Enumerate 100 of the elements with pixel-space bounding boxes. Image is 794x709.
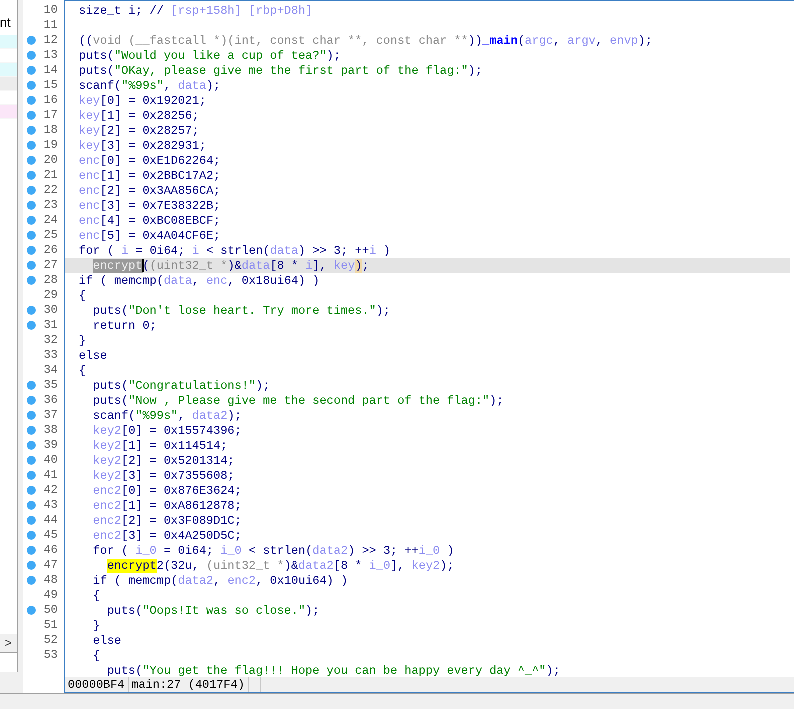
code-line: puts("Would you like a cup of tea?"); bbox=[79, 49, 341, 64]
line-number: 44 bbox=[44, 513, 58, 528]
line-number: 26 bbox=[44, 243, 58, 258]
line-number: 29 bbox=[44, 288, 58, 303]
breakpoint-icon[interactable] bbox=[27, 456, 36, 465]
line-number: 46 bbox=[44, 543, 58, 558]
line-number: 13 bbox=[44, 48, 58, 63]
status-text: 00000BF4 bbox=[65, 677, 129, 692]
code-line: scanf("%99s", data); bbox=[79, 79, 221, 94]
code-line: puts("Don't lose heart. Try more times."); bbox=[93, 304, 391, 319]
line-number: 11 bbox=[44, 18, 58, 33]
breakpoint-icon[interactable] bbox=[27, 561, 36, 570]
line-number: 48 bbox=[44, 573, 58, 588]
breakpoint-icon[interactable] bbox=[27, 441, 36, 450]
code-line: puts("Oops!It was so close."); bbox=[107, 604, 320, 619]
breakpoint-icon[interactable] bbox=[27, 276, 36, 285]
line-number: 23 bbox=[44, 198, 58, 213]
line-number: 17 bbox=[44, 108, 58, 123]
line-number: 22 bbox=[44, 183, 58, 198]
code-line: key2[3] = 0x7355608; bbox=[93, 469, 235, 484]
code-line: enc2[3] = 0x4A250D5C; bbox=[93, 529, 242, 544]
code-line: key[1] = 0x28256; bbox=[79, 109, 200, 124]
code-line: puts("OKay, please give me the first part of the flag:"); bbox=[79, 64, 483, 79]
breakpoint-icon[interactable] bbox=[27, 546, 36, 555]
code-line: enc[4] = 0xBC08EBCF; bbox=[79, 214, 221, 229]
code-line: enc2[1] = 0xA8612878; bbox=[93, 499, 242, 514]
code-line: enc[3] = 0x7E38322B; bbox=[79, 199, 221, 214]
breakpoint-icon[interactable] bbox=[27, 66, 36, 75]
line-number: 20 bbox=[44, 153, 58, 168]
code-line: { bbox=[93, 589, 100, 604]
breakpoint-icon[interactable] bbox=[27, 606, 36, 615]
breakpoint-icon[interactable] bbox=[27, 501, 36, 510]
code-line: if ( memcmp(data, enc, 0x18ui64) ) bbox=[79, 274, 320, 289]
breakpoint-icon[interactable] bbox=[27, 576, 36, 585]
code-line: key[0] = 0x192021; bbox=[79, 94, 206, 109]
line-number: 40 bbox=[44, 453, 58, 468]
line-number: 12 bbox=[44, 33, 58, 48]
breakpoint-icon[interactable] bbox=[27, 171, 36, 180]
code-line: key2[2] = 0x5201314; bbox=[93, 454, 235, 469]
code-line: { bbox=[79, 364, 86, 379]
line-number: 53 bbox=[44, 648, 58, 663]
code-line: enc[0] = 0xE1D62264; bbox=[79, 154, 221, 169]
line-number: 19 bbox=[44, 138, 58, 153]
line-number: 24 bbox=[44, 213, 58, 228]
code-line: enc2[2] = 0x3F089D1C; bbox=[93, 514, 242, 529]
line-number: 34 bbox=[44, 363, 58, 378]
line-number: 16 bbox=[44, 93, 58, 108]
breakpoint-icon[interactable] bbox=[27, 216, 36, 225]
line-number: 47 bbox=[44, 558, 58, 573]
breakpoint-icon[interactable] bbox=[27, 486, 36, 495]
line-number: 41 bbox=[44, 468, 58, 483]
code-line: encrypt2(32u, (uint32_t *)&data2[8 * i_0], key2); bbox=[107, 559, 454, 574]
line-number: 14 bbox=[44, 63, 58, 78]
line-number: 45 bbox=[44, 528, 58, 543]
line-number: 49 bbox=[44, 588, 58, 603]
code-line: encrypt((uint32_t *)&data[8 * i], key); bbox=[93, 259, 370, 274]
breakpoint-icon[interactable] bbox=[27, 201, 36, 210]
breakpoint-icon[interactable] bbox=[27, 396, 36, 405]
code-line: puts("Congratulations!"); bbox=[93, 379, 270, 394]
breakpoint-icon[interactable] bbox=[27, 516, 36, 525]
line-number: 31 bbox=[44, 318, 58, 333]
code-line: enc[2] = 0x3AA856CA; bbox=[79, 184, 221, 199]
code-line: { bbox=[93, 649, 100, 664]
breakpoint-icon[interactable] bbox=[27, 51, 36, 60]
text-cursor-icon bbox=[142, 259, 144, 272]
line-number: 18 bbox=[44, 123, 58, 138]
breakpoint-icon[interactable] bbox=[27, 156, 36, 165]
line-number: 42 bbox=[44, 483, 58, 498]
breakpoint-icon[interactable] bbox=[27, 411, 36, 420]
breakpoint-icon[interactable] bbox=[27, 381, 36, 390]
breakpoint-icon[interactable] bbox=[27, 111, 36, 120]
expand-button[interactable]: > bbox=[0, 634, 17, 652]
code-line: for ( i = 0i64; i < strlen(data) >> 3; ++i ) bbox=[79, 244, 391, 259]
code-line: puts("You get the flag!!! Hope you can be happy every day ^_^"); bbox=[107, 664, 560, 677]
breakpoint-icon[interactable] bbox=[27, 306, 36, 315]
breakpoint-icon[interactable] bbox=[27, 426, 36, 435]
breakpoint-icon[interactable] bbox=[27, 231, 36, 240]
line-number: 21 bbox=[44, 168, 58, 183]
breakpoint-icon[interactable] bbox=[27, 81, 36, 90]
breakpoint-icon[interactable] bbox=[27, 246, 36, 255]
breakpoint-icon[interactable] bbox=[27, 471, 36, 480]
breakpoint-icon[interactable] bbox=[27, 186, 36, 195]
code-line: key[2] = 0x28257; bbox=[79, 124, 200, 139]
line-number: 38 bbox=[44, 423, 58, 438]
line-number: 25 bbox=[44, 228, 58, 243]
breakpoint-icon[interactable] bbox=[27, 36, 36, 45]
line-number: 37 bbox=[44, 408, 58, 423]
breakpoint-icon[interactable] bbox=[27, 261, 36, 270]
line-number: 36 bbox=[44, 393, 58, 408]
line-number: 27 bbox=[44, 258, 58, 273]
line-number: 10 bbox=[44, 3, 58, 18]
breakpoint-icon[interactable] bbox=[27, 96, 36, 105]
line-number: 32 bbox=[44, 333, 58, 348]
breakpoint-icon[interactable] bbox=[27, 141, 36, 150]
breakpoint-icon[interactable] bbox=[27, 321, 36, 330]
breakpoint-icon[interactable] bbox=[27, 531, 36, 540]
code-line: puts("Now , Please give me the second part of the flag:"); bbox=[93, 394, 504, 409]
panel-label: nt bbox=[0, 15, 12, 30]
line-number: 28 bbox=[44, 273, 58, 288]
breakpoint-icon[interactable] bbox=[27, 126, 36, 135]
